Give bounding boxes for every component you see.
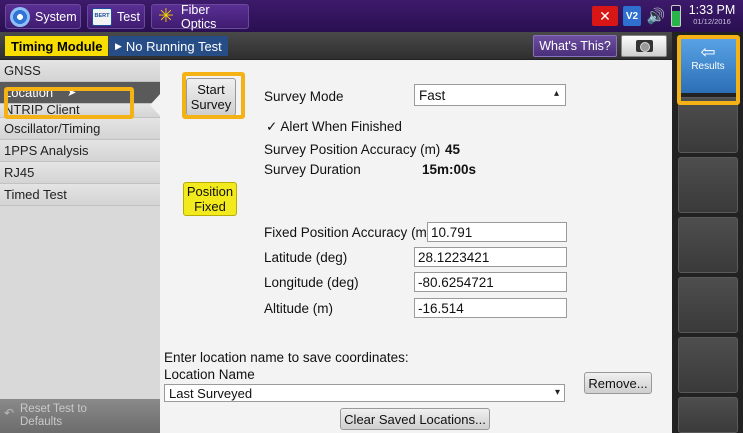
survey-accuracy-label: Survey Position Accuracy (m) bbox=[264, 142, 441, 157]
survey-duration-label: Survey Duration bbox=[264, 162, 361, 177]
survey-mode-select[interactable]: Fast ▴ bbox=[414, 84, 566, 106]
results-label: Results bbox=[691, 61, 725, 72]
sidebar-item-location-label: Location bbox=[4, 85, 54, 100]
altitude-field[interactable]: -16.514 bbox=[414, 298, 567, 318]
survey-duration-value: 15m:00s bbox=[422, 162, 477, 177]
sidebar-item-location[interactable]: Location ➤ bbox=[0, 82, 160, 104]
clear-saved-locations-button[interactable]: Clear Saved Locations... bbox=[340, 408, 490, 430]
reset-icon: ↶ bbox=[4, 406, 15, 420]
battery-icon bbox=[671, 5, 681, 27]
fixed-accuracy-field[interactable]: 10.791 bbox=[427, 222, 567, 242]
sidebar-item-1pps-analysis[interactable]: 1PPS Analysis bbox=[0, 140, 160, 162]
start-survey-line1: Start bbox=[197, 82, 225, 97]
soft-key-3[interactable] bbox=[678, 157, 738, 213]
arrow-left-icon: ⇦ bbox=[700, 42, 716, 62]
tab-test[interactable]: BERT Test bbox=[87, 4, 145, 29]
save-prompt: Enter location name to save coordinates: bbox=[164, 350, 409, 365]
module-label[interactable]: Timing Module bbox=[5, 36, 109, 56]
results-button[interactable]: ⇦ Results bbox=[678, 37, 738, 93]
latitude-label: Latitude (deg) bbox=[264, 250, 348, 265]
altitude-label: Altitude (m) bbox=[264, 301, 334, 316]
reset-line1: Reset Test to bbox=[20, 403, 87, 415]
speaker-icon[interactable]: 🔊 bbox=[646, 6, 666, 26]
start-survey-button[interactable]: Start Survey bbox=[186, 78, 236, 116]
soft-key-4[interactable] bbox=[678, 217, 738, 273]
clock-time: 1:33 PM bbox=[688, 3, 736, 17]
position-fixed-line2: Fixed bbox=[194, 199, 226, 214]
clock-date: 01/12/2016 bbox=[693, 17, 731, 26]
fixed-accuracy-label: Fixed Position Accuracy (m) bbox=[264, 225, 432, 240]
location-name-label: Location Name bbox=[164, 367, 255, 382]
longitude-label: Longitude (deg) bbox=[264, 275, 359, 290]
play-icon: ▶ bbox=[115, 40, 122, 51]
clock: 1:33 PM 01/12/2016 bbox=[686, 3, 738, 26]
location-name-value: Last Surveyed bbox=[169, 385, 253, 401]
tab-system[interactable]: System bbox=[5, 4, 81, 29]
alert-icon[interactable]: ✕ bbox=[592, 6, 618, 26]
reset-line2: Defaults bbox=[20, 416, 63, 428]
gear-icon bbox=[10, 6, 30, 27]
soft-key-7[interactable] bbox=[678, 397, 738, 433]
sun-icon: ✳ bbox=[158, 6, 174, 27]
right-panel: ⇦ Results bbox=[672, 32, 743, 433]
tab-test-label: Test bbox=[117, 9, 140, 24]
longitude-field[interactable]: -80.6254721 bbox=[414, 272, 567, 292]
soft-key-6[interactable] bbox=[678, 337, 738, 393]
test-status: ▶ No Running Test bbox=[109, 36, 228, 56]
alert-when-finished[interactable]: ✓ Alert When Finished bbox=[266, 119, 402, 135]
chevron-down-icon: ▾ bbox=[554, 387, 560, 398]
remove-button[interactable]: Remove... bbox=[584, 372, 652, 394]
sidebar-item-ntrip-client[interactable]: NTRIP Client bbox=[0, 104, 160, 118]
survey-accuracy-value: 45 bbox=[445, 142, 461, 157]
alert-when-finished-label: Alert When Finished bbox=[280, 119, 402, 134]
mouse-cursor-icon: ➤ bbox=[67, 87, 77, 99]
sidebar-item-rj45[interactable]: RJ45 bbox=[0, 162, 160, 184]
select-arrows-icon: ▴ bbox=[553, 88, 559, 99]
module-bar: Timing Module ▶ No Running Test What's T… bbox=[0, 32, 672, 60]
camera-icon bbox=[635, 40, 653, 52]
sidebar: GNSS Location ➤ NTRIP Client Oscillator/… bbox=[0, 60, 160, 433]
tab-fiber-optics[interactable]: ✳ Fiber Optics bbox=[151, 2, 249, 31]
sidebar-item-oscillator-timing[interactable]: Oscillator/Timing bbox=[0, 118, 160, 140]
screenshot-button[interactable] bbox=[621, 35, 667, 57]
survey-mode-value: Fast bbox=[419, 87, 446, 103]
vnc-icon[interactable]: V2 bbox=[623, 6, 641, 26]
soft-key-5[interactable] bbox=[678, 277, 738, 333]
tab-fiber-optics-label: Fiber Optics bbox=[181, 2, 217, 31]
survey-mode-label: Survey Mode bbox=[264, 89, 344, 104]
bert-icon: BERT bbox=[92, 7, 112, 27]
sidebar-item-timed-test[interactable]: Timed Test bbox=[0, 184, 160, 206]
latitude-field[interactable]: 28.1223421 bbox=[414, 247, 567, 267]
sidebar-item-gnss[interactable]: GNSS bbox=[0, 60, 160, 82]
checkbox-check-icon[interactable]: ✓ bbox=[266, 119, 277, 134]
title-bar: System BERT Test ✳ Fiber Optics ✕ V2 🔊 1… bbox=[0, 0, 743, 32]
whats-this-button[interactable]: What's This? bbox=[533, 35, 617, 57]
start-survey-line2: Survey bbox=[190, 97, 232, 112]
status-icons: ✕ V2 🔊 bbox=[592, 4, 681, 28]
location-name-select[interactable]: Last Surveyed ▾ bbox=[164, 384, 565, 402]
position-fixed-button[interactable]: Position Fixed bbox=[183, 182, 237, 216]
reset-defaults-button[interactable]: ↶ Reset Test to Defaults bbox=[0, 399, 160, 433]
main-panel: Start Survey Survey Mode Fast ▴ ✓ Alert … bbox=[160, 60, 672, 433]
tab-system-label: System bbox=[35, 9, 77, 24]
soft-key-2[interactable] bbox=[678, 97, 738, 153]
test-status-label: No Running Test bbox=[125, 38, 222, 54]
position-fixed-line1: Position bbox=[186, 184, 234, 199]
